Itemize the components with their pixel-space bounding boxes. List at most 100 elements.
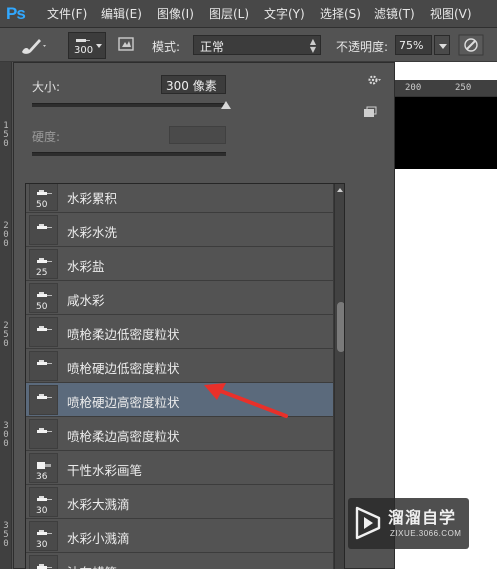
opacity-slider-dropdown[interactable] — [434, 35, 450, 55]
ruler-tick: 250 — [455, 83, 472, 93]
brush-dab-icon — [37, 394, 52, 399]
horizontal-ruler: 200 250 — [395, 80, 497, 97]
annotation-arrow-icon — [204, 383, 288, 418]
menu-type[interactable]: 文字(Y) — [264, 5, 305, 22]
brush-size-number: 36 — [36, 472, 48, 482]
hardness-label: 硬度: — [32, 130, 61, 144]
brush-thumbnail: 36 — [29, 453, 58, 483]
vertical-ruler: 1 5 0 2 0 0 2 5 0 3 0 0 3 5 0 — [0, 62, 12, 569]
canvas-black-shape — [395, 97, 497, 169]
brush-preset-name: 水彩水洗 — [67, 225, 118, 240]
brush-preset-name: 咸水彩 — [67, 293, 105, 308]
brush-preset-row[interactable]: 喷枪柔边低密度粒状 — [26, 315, 333, 349]
brush-preset-name: 喷枪柔边高密度粒状 — [67, 429, 180, 444]
brush-icon — [22, 39, 46, 54]
brush-size-number: 25 — [36, 268, 48, 278]
brush-thumbnail — [29, 555, 58, 569]
brush-preset-row[interactable]: 30 水彩小溅滴 — [26, 519, 333, 553]
blend-mode-select[interactable]: 正常 ▲ ▼ — [193, 35, 321, 55]
brush-dab-icon — [37, 496, 52, 501]
brush-preset-list[interactable]: 油布蜡笔 30 水彩小溅滴 30 水彩大溅滴 36 干性水彩画笔 喷枪柔边高密度粒状喷枪硬边高… — [25, 183, 345, 569]
menu-view[interactable]: 视图(V) — [430, 5, 472, 22]
brush-size-number: 50 — [36, 200, 48, 210]
hardness-input[interactable] — [169, 126, 226, 144]
picker-settings-button[interactable] — [366, 73, 382, 89]
menu-select[interactable]: 选择(S) — [320, 5, 361, 22]
brush-dab-icon — [37, 190, 52, 195]
brush-tip-icon — [76, 39, 90, 42]
menu-layer[interactable]: 图层(L) — [209, 5, 249, 22]
pressure-opacity-button[interactable] — [458, 34, 484, 56]
watermark-logo-icon — [355, 506, 381, 540]
watermark-subtitle: ZIXUE.3066.COM — [390, 529, 462, 538]
brush-preset-row[interactable]: 25 水彩盐 — [26, 247, 333, 281]
brush-dab-icon — [37, 428, 52, 433]
opacity-label: 不透明度: — [336, 40, 389, 54]
brush-preset-picker: 大小: 300 像素 硬度: 油布蜡笔 30 水彩小溅滴 30 水彩大溅滴 36 干性水彩画… — [13, 62, 395, 569]
size-slider[interactable] — [32, 103, 226, 107]
brush-preset-name: 水彩累积 — [67, 191, 118, 206]
brush-preset-row[interactable]: 50 水彩累积 — [26, 184, 333, 213]
gear-icon — [368, 75, 381, 85]
ruler-tick: 200 — [405, 83, 422, 93]
brush-preset-name: 油布蜡笔 — [67, 562, 117, 569]
brush-size-number: 30 — [36, 540, 48, 550]
scroll-up-icon[interactable] — [337, 188, 343, 192]
new-preset-icon — [364, 106, 377, 117]
scrollbar-thumb[interactable] — [337, 302, 344, 352]
menu-image[interactable]: 图像(I) — [157, 5, 194, 22]
toggle-brush-panel-button[interactable] — [117, 35, 135, 53]
brush-dab-icon — [37, 224, 52, 229]
ruler-tick: 0 — [3, 239, 9, 249]
brush-preset-row[interactable]: 水彩水洗 — [26, 213, 333, 247]
ruler-tick: 0 — [3, 139, 9, 149]
brush-dab-icon — [37, 292, 52, 297]
options-bar: 300 模式: 正常 ▲ ▼ 不透明度: 75% — [0, 29, 497, 62]
blend-mode-value: 正常 — [200, 40, 225, 54]
ruler-tick: 0 — [3, 539, 9, 549]
brush-tool-preset-button[interactable] — [18, 33, 48, 57]
brush-thumbnail — [29, 215, 58, 245]
mode-label: 模式: — [152, 40, 181, 54]
brush-thumbnail — [29, 317, 58, 347]
hardness-slider[interactable] — [32, 152, 226, 156]
brush-preset-name: 水彩小溅滴 — [67, 531, 130, 546]
brush-panel-icon — [118, 37, 134, 51]
size-slider-thumb[interactable] — [221, 101, 231, 109]
chevron-down-icon — [96, 44, 102, 48]
pen-pressure-icon — [458, 34, 484, 56]
brush-size-number: 50 — [36, 302, 48, 312]
ruler-tick: 0 — [3, 339, 9, 349]
new-preset-button[interactable] — [363, 103, 377, 117]
opacity-input[interactable]: 75% — [395, 35, 432, 55]
menu-edit[interactable]: 编辑(E) — [101, 5, 142, 22]
menu-filter[interactable]: 滤镜(T) — [374, 5, 415, 22]
brush-preset-row[interactable]: 50 咸水彩 — [26, 281, 333, 315]
brush-preset-name: 喷枪硬边低密度粒状 — [67, 361, 180, 376]
brush-preset-row[interactable]: 喷枪柔边高密度粒状 — [26, 417, 333, 451]
ruler-tick: 0 — [3, 439, 9, 449]
brush-block-icon — [37, 462, 51, 469]
brush-preset-row[interactable]: 30 水彩大溅滴 — [26, 485, 333, 519]
brush-thumbnail: 30 — [29, 487, 58, 517]
menu-file[interactable]: 文件(F) — [47, 5, 87, 22]
list-scrollbar[interactable] — [334, 184, 344, 569]
updown-arrows-icon: ▲ ▼ — [309, 37, 316, 54]
brush-preset-name: 喷枪硬边高密度粒状 — [67, 395, 180, 410]
brush-preset-row[interactable]: 36 干性水彩画笔 — [26, 451, 333, 485]
brush-preset-name: 水彩盐 — [67, 259, 105, 274]
brush-preset-name: 水彩大溅滴 — [67, 497, 130, 512]
brush-size-picker-button[interactable]: 300 — [68, 32, 106, 59]
brush-preset-row[interactable]: 喷枪硬边低密度粒状 — [26, 349, 333, 383]
brush-dab-icon — [37, 564, 52, 569]
brush-thumbnail: 50 — [29, 184, 58, 211]
menu-bar: Ps 文件(F) 编辑(E) 图像(I) 图层(L) 文字(Y) 选择(S) 滤… — [0, 0, 497, 28]
size-input[interactable]: 300 像素 — [161, 75, 226, 94]
brush-preset-name: 喷枪柔边低密度粒状 — [67, 327, 180, 342]
brush-thumbnail: 25 — [29, 249, 58, 279]
brush-thumbnail — [29, 419, 58, 449]
brush-preset-name: 干性水彩画笔 — [67, 463, 143, 478]
brush-preset-row[interactable]: 油布蜡笔 — [26, 553, 333, 569]
brush-thumbnail: 50 — [29, 283, 58, 313]
brush-dab-icon — [37, 530, 52, 535]
